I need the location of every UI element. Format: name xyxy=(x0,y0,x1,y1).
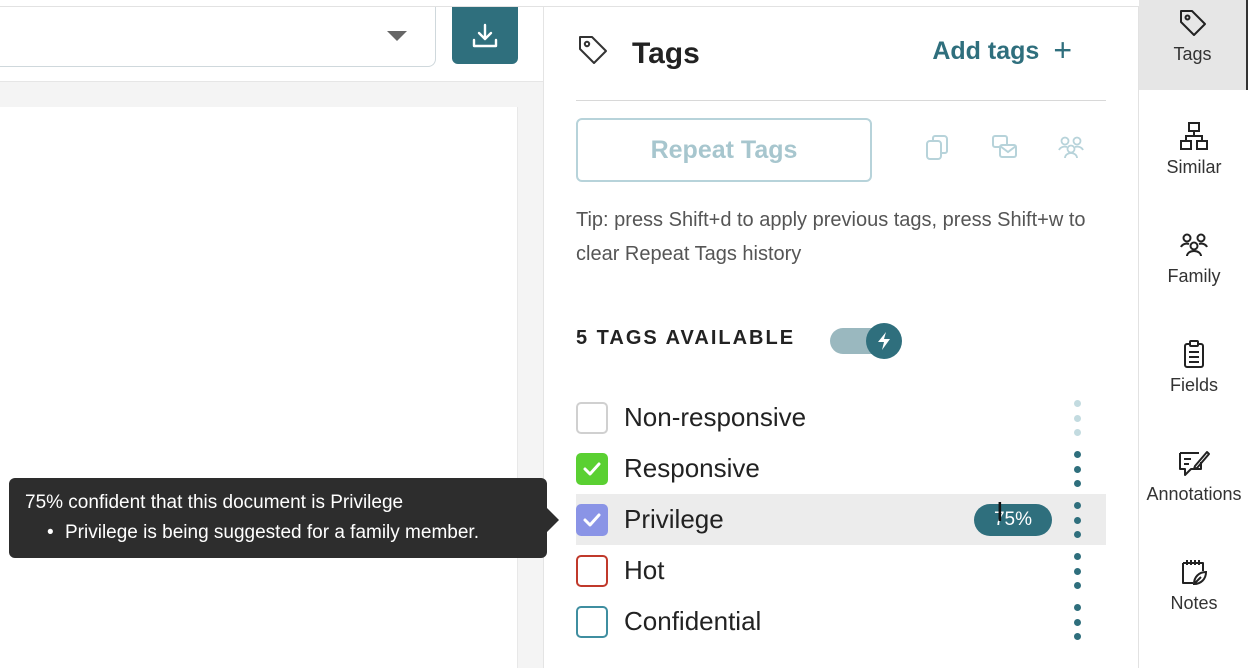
divider xyxy=(576,100,1106,101)
confidence-tooltip: 75% confident that this document is Priv… xyxy=(9,478,559,558)
repeat-tags-button[interactable]: Repeat Tags xyxy=(576,118,872,182)
tag-icon xyxy=(579,36,607,64)
email-thread-icon[interactable] xyxy=(990,133,1020,163)
hierarchy-icon xyxy=(1180,122,1208,150)
family-icon[interactable] xyxy=(1056,133,1086,163)
annotation-icon xyxy=(1179,451,1210,476)
top-border xyxy=(0,0,1248,7)
tip-text: Tip: press Shift+d to apply previous tag… xyxy=(576,209,1086,265)
rail-item-tags[interactable]: Tags xyxy=(1139,0,1248,90)
document-select[interactable] xyxy=(0,7,436,67)
check-icon xyxy=(583,513,601,527)
family-icon xyxy=(1180,233,1208,257)
checkbox-confidential[interactable] xyxy=(576,606,608,638)
document-pane xyxy=(0,7,543,668)
checkbox-responsive[interactable] xyxy=(576,453,608,485)
rail-item-annotations[interactable]: Annotations xyxy=(1139,442,1248,526)
rail-item-fields[interactable]: Fields xyxy=(1139,333,1248,417)
document-toolbar xyxy=(0,7,543,82)
more-icon[interactable] xyxy=(1072,502,1082,538)
tag-label: Responsive xyxy=(624,453,760,483)
download-button[interactable] xyxy=(452,7,518,64)
text-cursor-icon: I xyxy=(996,498,1004,528)
plus-icon: + xyxy=(1053,31,1072,68)
checkbox-hot[interactable] xyxy=(576,555,608,587)
tag-row-non-responsive[interactable]: Non-responsive xyxy=(576,392,1106,443)
download-icon xyxy=(472,23,498,47)
rail-label: Fields xyxy=(1169,375,1218,395)
checkbox-non-responsive[interactable] xyxy=(576,402,608,434)
tag-label: Confidential xyxy=(624,606,762,636)
tag-row-confidential[interactable]: Confidential xyxy=(576,596,1106,647)
rail-label: Annotations xyxy=(1146,484,1242,504)
tag-label: Privilege xyxy=(624,504,724,534)
copy-icon[interactable] xyxy=(924,133,950,163)
checkbox-privilege[interactable] xyxy=(576,504,608,536)
chevron-down-icon[interactable] xyxy=(387,31,407,41)
rail-item-similar[interactable]: Similar xyxy=(1139,115,1248,199)
tag-row-hot[interactable]: Hot xyxy=(576,545,1106,596)
toggle-knob xyxy=(866,323,902,359)
right-rail: Tags Similar Family Fields Annotations N… xyxy=(1138,0,1248,668)
rail-item-family[interactable]: Family xyxy=(1139,224,1248,308)
clipboard-icon xyxy=(1184,340,1204,368)
rail-label: Notes xyxy=(1170,593,1218,613)
tag-label: Hot xyxy=(624,555,665,585)
tags-header: Tags Add tags + xyxy=(576,29,1106,79)
tags-panel: Tags Add tags + Repeat Tags Tip: press S… xyxy=(543,7,1138,668)
tags-available-label: 5 TAGS AVAILABLE xyxy=(576,327,796,349)
more-icon[interactable] xyxy=(1072,553,1082,589)
confidence-badge[interactable]: 75% xyxy=(974,504,1052,536)
panel-title: Tags xyxy=(632,37,700,70)
notes-icon xyxy=(1182,560,1208,586)
add-tags-label: Add tags xyxy=(932,37,1040,65)
tag-list: Non-responsive Responsive Privilege 75% … xyxy=(576,392,1106,647)
document-page xyxy=(0,107,518,668)
rail-label: Family xyxy=(1167,266,1221,286)
lightning-icon xyxy=(878,332,890,350)
more-icon[interactable] xyxy=(1072,400,1082,436)
add-tags-button[interactable]: Add tags + xyxy=(932,31,1072,68)
more-icon[interactable] xyxy=(1072,604,1082,640)
check-icon xyxy=(583,462,601,476)
more-icon[interactable] xyxy=(1072,451,1082,487)
rail-label: Similar xyxy=(1166,157,1222,177)
tag-row-responsive[interactable]: Responsive xyxy=(576,443,1106,494)
rail-label: Tags xyxy=(1173,44,1212,64)
tag-row-privilege[interactable]: Privilege 75% I xyxy=(576,494,1106,545)
tooltip-line-2: Privilege is being suggested for a famil… xyxy=(25,522,531,544)
tag-label: Non-responsive xyxy=(624,402,807,432)
rail-item-notes[interactable]: Notes xyxy=(1139,551,1248,635)
tooltip-line-1: 75% confident that this document is Priv… xyxy=(25,492,404,513)
tag-icon xyxy=(1179,10,1206,36)
suggestions-toggle[interactable] xyxy=(830,323,902,359)
